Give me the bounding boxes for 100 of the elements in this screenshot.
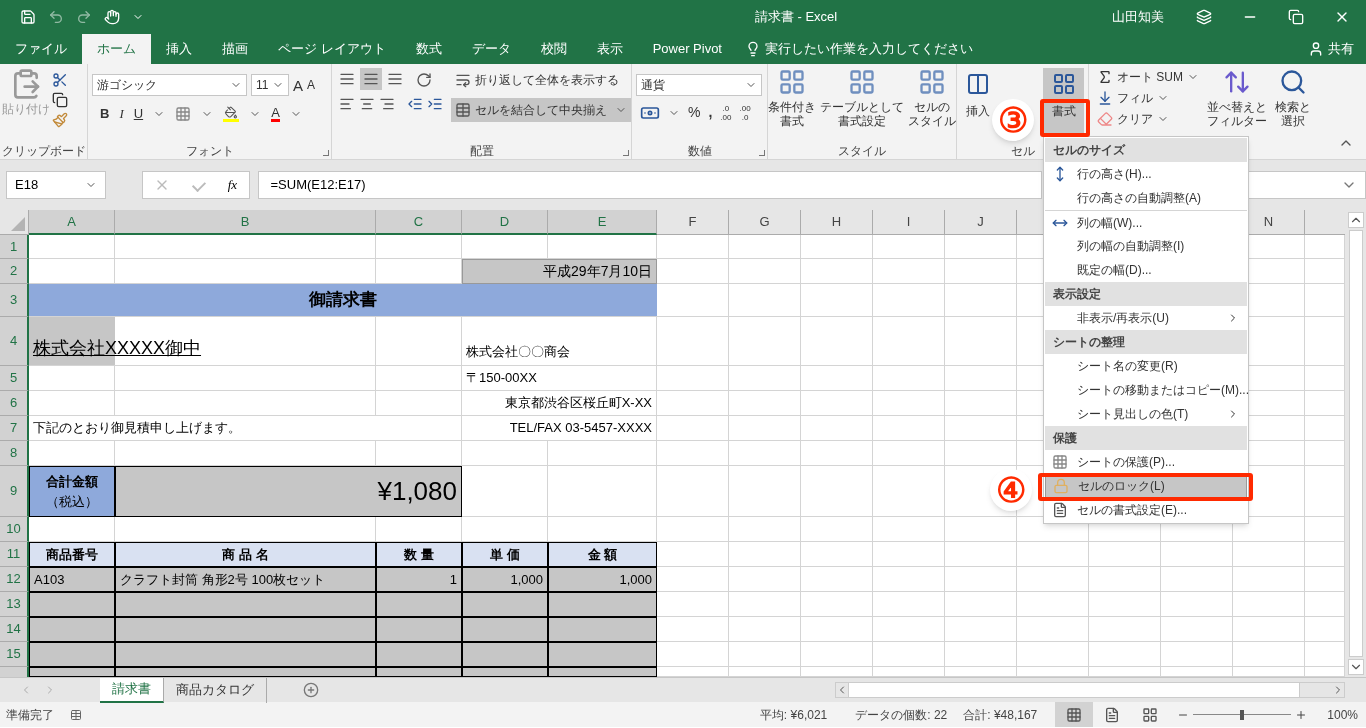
borders-icon[interactable] bbox=[175, 105, 192, 122]
orientation-icon[interactable] bbox=[416, 72, 432, 88]
zoom-thumb[interactable] bbox=[1240, 709, 1245, 720]
horizontal-scrollbar[interactable] bbox=[835, 682, 1345, 698]
row-header[interactable]: 10 bbox=[0, 517, 29, 542]
ribbon-tab[interactable]: データ bbox=[456, 34, 526, 64]
column-header[interactable]: I bbox=[873, 210, 945, 235]
decrease-decimal-button[interactable]: .00 .0 bbox=[739, 103, 751, 122]
ribbon-tab[interactable]: ファイル bbox=[0, 34, 82, 64]
row-header[interactable]: 3 bbox=[0, 284, 29, 317]
align-left-icon[interactable] bbox=[339, 96, 355, 112]
font-color-button[interactable]: A bbox=[271, 105, 280, 122]
row-header[interactable]: 7 bbox=[0, 416, 29, 441]
column-header[interactable]: J bbox=[945, 210, 1017, 235]
zoom-slider[interactable] bbox=[1193, 709, 1292, 720]
macro-record-icon[interactable] bbox=[70, 708, 82, 721]
underline-button[interactable]: U bbox=[133, 104, 144, 124]
ribbon-options-icon[interactable] bbox=[1196, 9, 1212, 25]
ribbon-tab[interactable]: 表示 bbox=[581, 34, 638, 64]
ribbon-tab[interactable]: ホーム bbox=[82, 34, 151, 64]
row-header[interactable] bbox=[0, 667, 29, 677]
increase-decimal-button[interactable]: .0 .00 bbox=[720, 103, 732, 122]
font-size-field[interactable]: 11 bbox=[251, 74, 289, 96]
view-button[interactable] bbox=[1055, 702, 1094, 727]
percent-button[interactable]: % bbox=[688, 102, 701, 123]
hand-icon[interactable] bbox=[104, 9, 120, 25]
ribbon-tab[interactable]: 挿入 bbox=[151, 34, 207, 64]
insert-function-button[interactable]: fx bbox=[227, 175, 238, 195]
column-header[interactable]: C bbox=[376, 210, 462, 235]
align-right-icon[interactable] bbox=[379, 96, 395, 112]
column-header[interactable]: F bbox=[657, 210, 729, 235]
ribbon-tab[interactable]: 数式 bbox=[400, 34, 457, 64]
dialog-launcher-icon[interactable] bbox=[759, 150, 765, 156]
italic-button[interactable]: I bbox=[119, 104, 124, 124]
grow-font-button[interactable]: A bbox=[293, 77, 303, 93]
new-sheet-icon[interactable] bbox=[303, 682, 319, 698]
fill-color-icon[interactable] bbox=[223, 105, 240, 122]
menu-item[interactable]: セルの書式設定(E)... bbox=[1045, 498, 1247, 522]
menu-item[interactable]: 非表示/再表示(U) bbox=[1045, 306, 1247, 330]
find-select-button[interactable]: 検索と 選択 bbox=[1275, 68, 1311, 159]
wrap-text-button[interactable]: 折り返して全体を表示する bbox=[451, 68, 631, 92]
row-header[interactable]: 4 bbox=[0, 317, 29, 366]
row-header[interactable]: 11 bbox=[0, 542, 29, 567]
restore-icon[interactable] bbox=[1288, 9, 1304, 25]
zoom-in-icon[interactable] bbox=[1295, 708, 1308, 721]
save-icon[interactable] bbox=[20, 9, 36, 25]
row-header[interactable]: 6 bbox=[0, 391, 29, 416]
scroll-up-icon[interactable] bbox=[1347, 212, 1364, 228]
sheet-tab[interactable]: 請求書 bbox=[100, 677, 164, 703]
ribbon-tab[interactable]: ページ レイアウト bbox=[263, 34, 401, 64]
style-button[interactable]: セルの スタイル bbox=[907, 68, 957, 128]
column-header[interactable]: B bbox=[115, 210, 376, 235]
zoom-level[interactable]: 100% bbox=[1327, 705, 1358, 724]
row-header[interactable]: 12 bbox=[0, 567, 29, 592]
bold-button[interactable]: B bbox=[100, 104, 110, 124]
column-header[interactable]: G bbox=[729, 210, 801, 235]
scissors-icon[interactable] bbox=[52, 72, 68, 88]
column-header[interactable]: E bbox=[548, 210, 657, 235]
align-center-icon[interactable] bbox=[359, 96, 375, 112]
menu-item[interactable]: 行の高さ(H)... bbox=[1045, 162, 1247, 186]
row-header[interactable]: 2 bbox=[0, 259, 29, 284]
column-header[interactable]: A bbox=[29, 210, 115, 235]
style-button[interactable]: 条件付き 書式 bbox=[767, 68, 817, 128]
row-header[interactable]: 5 bbox=[0, 366, 29, 391]
merge-center-button[interactable]: セルを結合して中央揃え bbox=[451, 98, 631, 122]
comma-button[interactable]: , bbox=[708, 102, 713, 123]
copy-icon[interactable] bbox=[52, 92, 68, 108]
tell-me-field[interactable]: 実行したい作業を入力してください bbox=[765, 39, 1025, 59]
row-header[interactable]: 1 bbox=[0, 235, 29, 259]
shrink-font-button[interactable]: A bbox=[307, 79, 316, 91]
user-icon[interactable] bbox=[1308, 41, 1324, 57]
autosum-button[interactable]: オート SUM bbox=[1097, 68, 1199, 86]
ribbon-tab[interactable]: Power Pivot bbox=[637, 34, 737, 64]
row-header[interactable]: 14 bbox=[0, 617, 29, 642]
column-header[interactable]: D bbox=[462, 210, 548, 235]
dialog-launcher-icon[interactable] bbox=[323, 150, 329, 156]
column-header[interactable]: H bbox=[801, 210, 873, 235]
formula-field[interactable]: =SUM(E12:E17) bbox=[257, 171, 1042, 199]
insert-cells-button[interactable]: 挿入 bbox=[961, 68, 995, 138]
menu-item[interactable]: シート見出しの色(T) bbox=[1045, 402, 1247, 426]
row-header[interactable]: 9 bbox=[0, 466, 29, 517]
scroll-down-icon[interactable] bbox=[1347, 659, 1364, 675]
vertical-align-icon[interactable] bbox=[360, 68, 382, 90]
clear-button[interactable]: クリア bbox=[1097, 110, 1199, 128]
increase-indent-icon[interactable] bbox=[427, 96, 443, 112]
vertical-scrollbar[interactable] bbox=[1345, 210, 1366, 677]
style-button[interactable]: テーブルとして 書式設定 bbox=[819, 68, 905, 128]
ribbon-tab[interactable]: 校閲 bbox=[525, 34, 582, 64]
row-header[interactable]: 15 bbox=[0, 642, 29, 667]
menu-item[interactable]: シートの移動またはコピー(M)... bbox=[1045, 378, 1247, 402]
share-button[interactable]: 共有 bbox=[1328, 39, 1354, 59]
user-name[interactable]: 山田知美 bbox=[1112, 7, 1164, 27]
number-format-field[interactable]: 通貨 bbox=[636, 74, 762, 96]
name-box[interactable]: E18 bbox=[6, 171, 106, 199]
menu-item[interactable]: 既定の幅(D)... bbox=[1045, 258, 1247, 282]
fill-button[interactable]: フィル bbox=[1097, 89, 1199, 107]
menu-item[interactable]: 列の幅(W)... bbox=[1045, 210, 1247, 234]
row-header[interactable]: 13 bbox=[0, 592, 29, 617]
ribbon-tab[interactable]: 描画 bbox=[207, 34, 263, 64]
menu-item[interactable]: 行の高さの自動調整(A) bbox=[1045, 186, 1247, 210]
